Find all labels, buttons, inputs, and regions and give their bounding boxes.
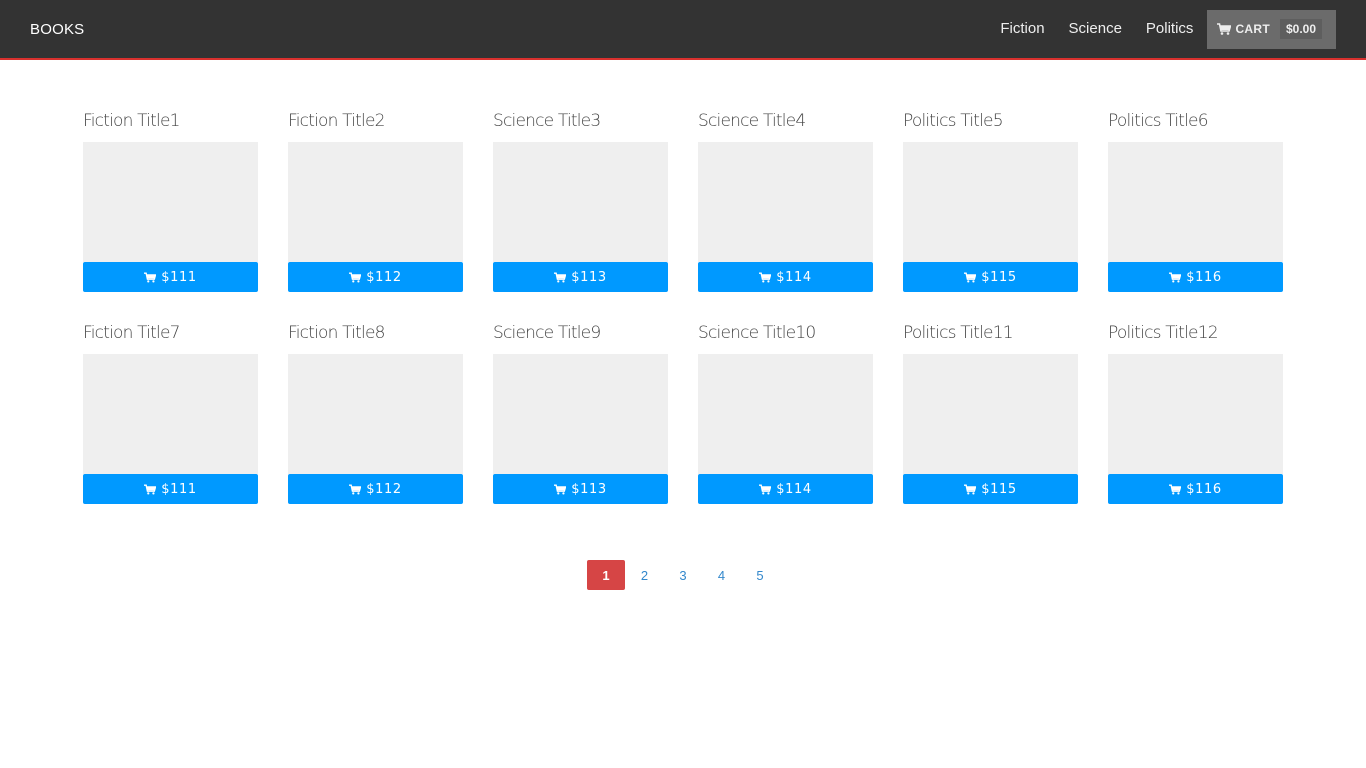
cart-button[interactable]: CART $0.00 <box>1207 9 1336 49</box>
product-title[interactable]: Science Title4 <box>698 108 873 142</box>
pagination: 12345 <box>587 560 780 590</box>
product-card: Fiction Title7 $111 <box>83 320 258 504</box>
product-image[interactable] <box>1108 354 1283 474</box>
add-to-cart-button[interactable]: $114 <box>698 262 873 292</box>
cart-label: CART <box>1235 22 1270 36</box>
page-link-2[interactable]: 2 <box>626 560 664 590</box>
cart-icon <box>349 484 362 494</box>
product-card: Politics Title5 $115 <box>903 108 1078 292</box>
product-title[interactable]: Politics Title12 <box>1108 320 1283 354</box>
product-card: Politics Title6 $116 <box>1108 108 1283 292</box>
product-card: Politics Title11 $115 <box>903 320 1078 504</box>
nav-link-politics[interactable]: Politics <box>1146 0 1194 59</box>
cart-icon <box>759 272 772 282</box>
product-title[interactable]: Science Title3 <box>493 108 668 142</box>
product-title[interactable]: Politics Title6 <box>1108 108 1283 142</box>
cart-icon <box>554 272 567 282</box>
product-image[interactable] <box>698 354 873 474</box>
brand-link[interactable]: BOOKS <box>30 0 84 58</box>
product-price: $116 <box>1186 269 1222 285</box>
product-price: $112 <box>366 269 402 285</box>
cart-icon <box>144 272 157 282</box>
product-title[interactable]: Fiction Title1 <box>83 108 258 142</box>
product-grid: Fiction Title1 $111 Fiction Title2 $112 Scie… <box>83 108 1283 504</box>
product-image[interactable] <box>83 354 258 474</box>
product-card: Politics Title12 $116 <box>1108 320 1283 504</box>
add-to-cart-button[interactable]: $114 <box>698 474 873 504</box>
product-card: Fiction Title1 $111 <box>83 108 258 292</box>
add-to-cart-button[interactable]: $111 <box>83 262 258 292</box>
product-image[interactable] <box>493 142 668 262</box>
cart-icon <box>349 272 362 282</box>
cart-icon <box>144 484 157 494</box>
add-to-cart-button[interactable]: $112 <box>288 474 463 504</box>
product-price: $115 <box>981 269 1017 285</box>
cart-icon <box>1169 484 1182 494</box>
product-image[interactable] <box>1108 142 1283 262</box>
product-price: $114 <box>776 269 812 285</box>
product-price: $113 <box>571 481 607 497</box>
product-title[interactable]: Fiction Title7 <box>83 320 258 354</box>
add-to-cart-button[interactable]: $115 <box>903 262 1078 292</box>
nav-link-fiction[interactable]: Fiction <box>1000 0 1044 59</box>
product-price: $111 <box>161 481 197 497</box>
cart-total: $0.00 <box>1279 19 1322 39</box>
add-to-cart-button[interactable]: $116 <box>1108 474 1283 504</box>
product-title[interactable]: Science Title9 <box>493 320 668 354</box>
add-to-cart-button[interactable]: $115 <box>903 474 1078 504</box>
product-price: $116 <box>1186 481 1222 497</box>
add-to-cart-button[interactable]: $116 <box>1108 262 1283 292</box>
product-image[interactable] <box>698 142 873 262</box>
product-card: Science Title4 $114 <box>698 108 873 292</box>
page-link-1[interactable]: 1 <box>587 560 625 590</box>
product-title[interactable]: Science Title10 <box>698 320 873 354</box>
cart-icon <box>964 484 977 494</box>
product-image[interactable] <box>83 142 258 262</box>
product-title[interactable]: Fiction Title2 <box>288 108 463 142</box>
add-to-cart-button[interactable]: $111 <box>83 474 258 504</box>
product-image[interactable] <box>288 142 463 262</box>
add-to-cart-button[interactable]: $112 <box>288 262 463 292</box>
product-card: Science Title10 $114 <box>698 320 873 504</box>
nav-link-science[interactable]: Science <box>1069 0 1122 59</box>
product-card: Fiction Title2 $112 <box>288 108 463 292</box>
add-to-cart-button[interactable]: $113 <box>493 262 668 292</box>
product-image[interactable] <box>288 354 463 474</box>
product-card: Science Title9 $113 <box>493 320 668 504</box>
product-price: $115 <box>981 481 1017 497</box>
cart-icon <box>1217 23 1232 35</box>
page-link-3[interactable]: 3 <box>664 560 702 590</box>
product-price: $112 <box>366 481 402 497</box>
product-title[interactable]: Politics Title5 <box>903 108 1078 142</box>
product-price: $113 <box>571 269 607 285</box>
cart-icon <box>759 484 772 494</box>
product-title[interactable]: Fiction Title8 <box>288 320 463 354</box>
product-card: Science Title3 $113 <box>493 108 668 292</box>
page-link-4[interactable]: 4 <box>703 560 741 590</box>
product-title[interactable]: Politics Title11 <box>903 320 1078 354</box>
product-image[interactable] <box>493 354 668 474</box>
nav-links: Fiction Science Politics CART $0.00 <box>976 0 1336 58</box>
product-price: $111 <box>161 269 197 285</box>
page-link-5[interactable]: 5 <box>741 560 779 590</box>
product-card: Fiction Title8 $112 <box>288 320 463 504</box>
cart-icon <box>554 484 567 494</box>
navbar: BOOKS Fiction Science Politics CART $0.0… <box>0 0 1366 60</box>
product-image[interactable] <box>903 142 1078 262</box>
add-to-cart-button[interactable]: $113 <box>493 474 668 504</box>
product-price: $114 <box>776 481 812 497</box>
product-image[interactable] <box>903 354 1078 474</box>
cart-icon <box>964 272 977 282</box>
cart-icon <box>1169 272 1182 282</box>
